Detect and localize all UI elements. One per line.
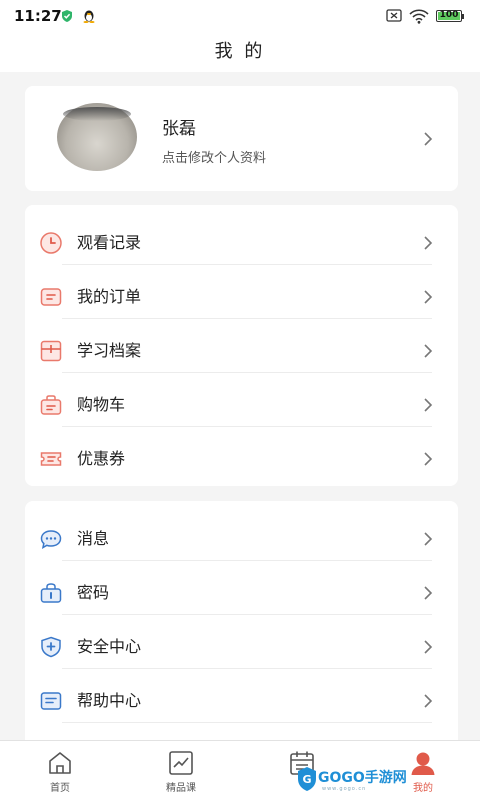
profile-edit-hint: 点击修改个人资料 [162, 151, 267, 166]
tab-label: 精品课 [166, 783, 196, 794]
watermark-text: GOGO手游网 [318, 770, 407, 786]
battery-icon: 100 [436, 10, 462, 22]
divider [62, 722, 432, 723]
archive-icon [40, 340, 62, 362]
page-title: 我 的 [214, 41, 266, 62]
chevron-right-icon [424, 344, 433, 358]
menu-item-my-orders[interactable]: 我的订单 [25, 265, 458, 319]
lock-icon [40, 583, 62, 603]
menu-item-help-center[interactable]: 帮助中心 [25, 669, 458, 723]
menu-item-label: 优惠券 [77, 449, 126, 468]
wifi-icon [409, 9, 429, 24]
menu-item-coupons[interactable]: 优惠券 [25, 427, 458, 481]
menu-item-label: 帮助中心 [77, 691, 142, 710]
no-sim-icon [386, 9, 402, 22]
battery-cap [462, 14, 464, 19]
menu-item-security-center[interactable]: 安全中心 [25, 615, 458, 669]
chevron-right-icon [424, 290, 433, 304]
order-icon [40, 288, 62, 306]
menu-item-label: 我的订单 [77, 287, 142, 306]
message-icon [40, 530, 62, 549]
status-time: 11:27 [14, 7, 62, 25]
clock-icon [40, 232, 62, 254]
home-icon [49, 752, 71, 774]
menu-item-label: 观看记录 [77, 233, 142, 252]
avatar[interactable] [57, 103, 137, 171]
menu-item-password[interactable]: 密码 [25, 561, 458, 615]
tab-courses[interactable]: 精品课 [131, 741, 231, 800]
menu-item-label: 安全中心 [77, 637, 142, 656]
menu-item-study-archive[interactable]: 学习档案 [25, 319, 458, 373]
menu-item-watch-history[interactable]: 观看记录 [25, 211, 458, 265]
chevron-right-icon [424, 694, 433, 708]
chevron-right-icon [424, 236, 433, 250]
tab-label: 首页 [50, 783, 70, 794]
bottom-tab-bar: 首页 精品课 我的 [0, 740, 480, 800]
watermark-url: www.gogo.cn [322, 786, 367, 792]
menu-item-label: 密码 [77, 583, 110, 602]
menu-group-learning: 观看记录 我的订单 学习档案 购物车 优惠券 [25, 205, 458, 486]
status-bar: 11:27 100 [0, 0, 480, 32]
shield-check-icon [62, 10, 72, 22]
svg-text:G: G [302, 773, 311, 786]
chevron-right-icon [424, 398, 433, 412]
menu-group-settings: 消息 密码 安全中心 帮助中心 [25, 501, 458, 751]
menu-item-shopping-cart[interactable]: 购物车 [25, 373, 458, 427]
menu-item-label: 购物车 [77, 395, 126, 414]
chart-icon [169, 751, 193, 775]
menu-item-label: 消息 [77, 529, 110, 548]
coupon-icon [40, 452, 62, 466]
shield-icon [41, 636, 61, 658]
help-icon [40, 692, 62, 710]
cart-bag-icon [40, 395, 62, 415]
chevron-right-icon [424, 586, 433, 600]
profile-name: 张磊 [162, 119, 196, 139]
chevron-right-icon [424, 452, 433, 466]
menu-item-label: 学习档案 [77, 341, 142, 360]
user-icon [411, 752, 435, 775]
chevron-right-icon [424, 640, 433, 654]
profile-card[interactable]: 张磊 点击修改个人资料 [25, 86, 458, 191]
chevron-right-icon [424, 532, 433, 546]
penguin-icon [83, 10, 95, 23]
battery-level: 100 [439, 10, 459, 20]
app-bar: 我 的 [0, 32, 480, 72]
chevron-right-icon [424, 132, 433, 146]
menu-item-messages[interactable]: 消息 [25, 507, 458, 561]
tab-home[interactable]: 首页 [10, 741, 110, 800]
watermark-logo-icon: G [298, 767, 316, 791]
